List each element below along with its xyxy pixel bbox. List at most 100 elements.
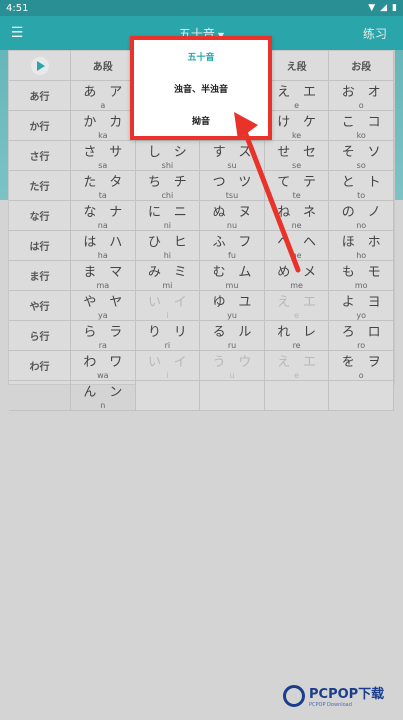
katakana: ル bbox=[238, 325, 252, 340]
hiragana: ひ bbox=[147, 235, 161, 250]
kana-cell[interactable]: ほホ ho bbox=[329, 231, 394, 261]
kana-cell[interactable]: かカ ka bbox=[71, 111, 136, 141]
katakana: ニ bbox=[173, 205, 187, 220]
katakana: シ bbox=[173, 145, 187, 160]
dropdown-option-youon[interactable]: 拗音 bbox=[134, 104, 268, 136]
kana-cell[interactable]: たタ ta bbox=[71, 171, 136, 201]
kana-pair: せセ bbox=[265, 141, 329, 160]
kana-cell[interactable]: へヘ he bbox=[264, 231, 330, 261]
kana-cell[interactable]: にニ ni bbox=[135, 201, 201, 231]
kana-cell[interactable]: おオo bbox=[329, 81, 394, 111]
romaji: ke bbox=[291, 131, 302, 140]
kana-cell[interactable]: んンn bbox=[71, 381, 136, 411]
kana-cell[interactable]: ねネ ne bbox=[264, 201, 330, 231]
katakana: ヌ bbox=[238, 205, 252, 220]
kana-cell: うウu bbox=[200, 351, 265, 381]
empty-cell bbox=[264, 381, 330, 411]
katakana: ミ bbox=[173, 265, 187, 280]
kana-cell[interactable]: えエe bbox=[264, 81, 330, 111]
row-label[interactable]: わ行 bbox=[9, 351, 71, 381]
kana-cell[interactable]: こコ ko bbox=[329, 111, 394, 141]
katakana: ナ bbox=[109, 205, 123, 220]
row-label[interactable]: さ行 bbox=[9, 141, 71, 171]
kana-cell[interactable]: むム mu bbox=[200, 261, 265, 291]
katakana: テ bbox=[302, 175, 316, 190]
katakana: モ bbox=[367, 265, 381, 280]
kana-cell[interactable]: ひヒ hi bbox=[135, 231, 201, 261]
kana-cell[interactable]: のノ no bbox=[329, 201, 394, 231]
empty-cell bbox=[329, 381, 394, 411]
kana-cell[interactable]: れレ re bbox=[264, 321, 330, 351]
kana-cell[interactable]: そソ so bbox=[329, 141, 394, 171]
kana-cell[interactable]: てテ te bbox=[264, 171, 330, 201]
kana-cell[interactable]: りリ ri bbox=[135, 321, 201, 351]
dropdown-option-dakuon[interactable]: 浊音、半浊音 bbox=[134, 72, 268, 104]
katakana: ン bbox=[109, 385, 123, 400]
empty-cell bbox=[200, 381, 265, 411]
play-icon[interactable] bbox=[30, 56, 49, 75]
play-triangle bbox=[36, 60, 45, 71]
kana-cell[interactable]: ふフ fu bbox=[200, 231, 265, 261]
row-label[interactable]: か行 bbox=[9, 111, 71, 141]
kana-pair: つツ bbox=[200, 171, 264, 190]
kana-cell[interactable]: ちチ chi bbox=[135, 171, 201, 201]
kana-cell[interactable]: さサ sa bbox=[71, 141, 136, 171]
kana-cell[interactable]: よヨ yo bbox=[329, 291, 394, 321]
katakana: マ bbox=[109, 265, 123, 280]
hiragana: ろ bbox=[341, 325, 355, 340]
romaji: ro bbox=[357, 341, 366, 350]
hiragana: ち bbox=[147, 175, 161, 190]
kana-cell[interactable]: ろロ ro bbox=[329, 321, 394, 351]
kana-cell[interactable]: つツ tsu bbox=[200, 171, 265, 201]
kana-cell[interactable]: すス su bbox=[200, 141, 265, 171]
kana-cell[interactable]: もモ mo bbox=[329, 261, 394, 291]
kana-cell[interactable]: わワ wa bbox=[71, 351, 136, 381]
row-label[interactable]: ま行 bbox=[9, 261, 71, 291]
kana-cell[interactable]: らラ ra bbox=[71, 321, 136, 351]
kana-cell[interactable]: をヲo bbox=[329, 351, 394, 381]
row-label[interactable]: あ行 bbox=[9, 81, 71, 111]
kana-cell[interactable]: ゆユ yu bbox=[200, 291, 265, 321]
hiragana: み bbox=[147, 265, 161, 280]
kana-cell[interactable]: やヤ ya bbox=[71, 291, 136, 321]
kana-cell[interactable]: はハ ha bbox=[71, 231, 136, 261]
kana-cell[interactable]: めメ me bbox=[264, 261, 330, 291]
hiragana: ふ bbox=[212, 235, 226, 250]
hiragana: え bbox=[277, 85, 291, 100]
row-label[interactable]: は行 bbox=[9, 231, 71, 261]
katakana: ム bbox=[238, 265, 252, 280]
romaji: re bbox=[292, 341, 301, 350]
katakana: ロ bbox=[367, 325, 381, 340]
kana-pair: をヲ bbox=[329, 351, 393, 370]
katakana: オ bbox=[367, 85, 381, 100]
kana-cell[interactable]: るル ru bbox=[200, 321, 265, 351]
kana-cell[interactable]: あアa bbox=[71, 81, 136, 111]
empty-cell bbox=[135, 381, 201, 411]
kana-pair: ねネ bbox=[265, 201, 329, 220]
katakana: ツ bbox=[238, 175, 252, 190]
kana-cell[interactable]: とト to bbox=[329, 171, 394, 201]
kana-cell: えエe bbox=[264, 351, 330, 381]
practice-button[interactable]: 练习 bbox=[363, 25, 387, 42]
kana-pair: いイ bbox=[136, 291, 200, 310]
dropdown-option-gojuon[interactable]: 五十音 bbox=[134, 40, 268, 72]
hiragana: か bbox=[83, 115, 97, 130]
kana-cell[interactable]: しシ shi bbox=[135, 141, 201, 171]
hamburger-icon[interactable]: ☰ bbox=[0, 16, 34, 50]
kana-cell[interactable]: けケ ke bbox=[264, 111, 330, 141]
hiragana: て bbox=[277, 175, 291, 190]
column-header: え段 bbox=[264, 51, 330, 81]
kana-cell[interactable]: なナ na bbox=[71, 201, 136, 231]
row-label[interactable]: や行 bbox=[9, 291, 71, 321]
row-label[interactable]: な行 bbox=[9, 201, 71, 231]
kana-cell[interactable]: みミ mi bbox=[135, 261, 201, 291]
kana-cell[interactable]: せセ se bbox=[264, 141, 330, 171]
kana-cell[interactable]: ぬヌ nu bbox=[200, 201, 265, 231]
kana-cell[interactable]: まマ ma bbox=[71, 261, 136, 291]
row-label[interactable]: ら行 bbox=[9, 321, 71, 351]
row-label[interactable]: た行 bbox=[9, 171, 71, 201]
romaji: su bbox=[227, 161, 237, 170]
hiragana: ぬ bbox=[212, 205, 226, 220]
romaji: ne bbox=[291, 221, 302, 230]
katakana: ヨ bbox=[367, 295, 381, 310]
